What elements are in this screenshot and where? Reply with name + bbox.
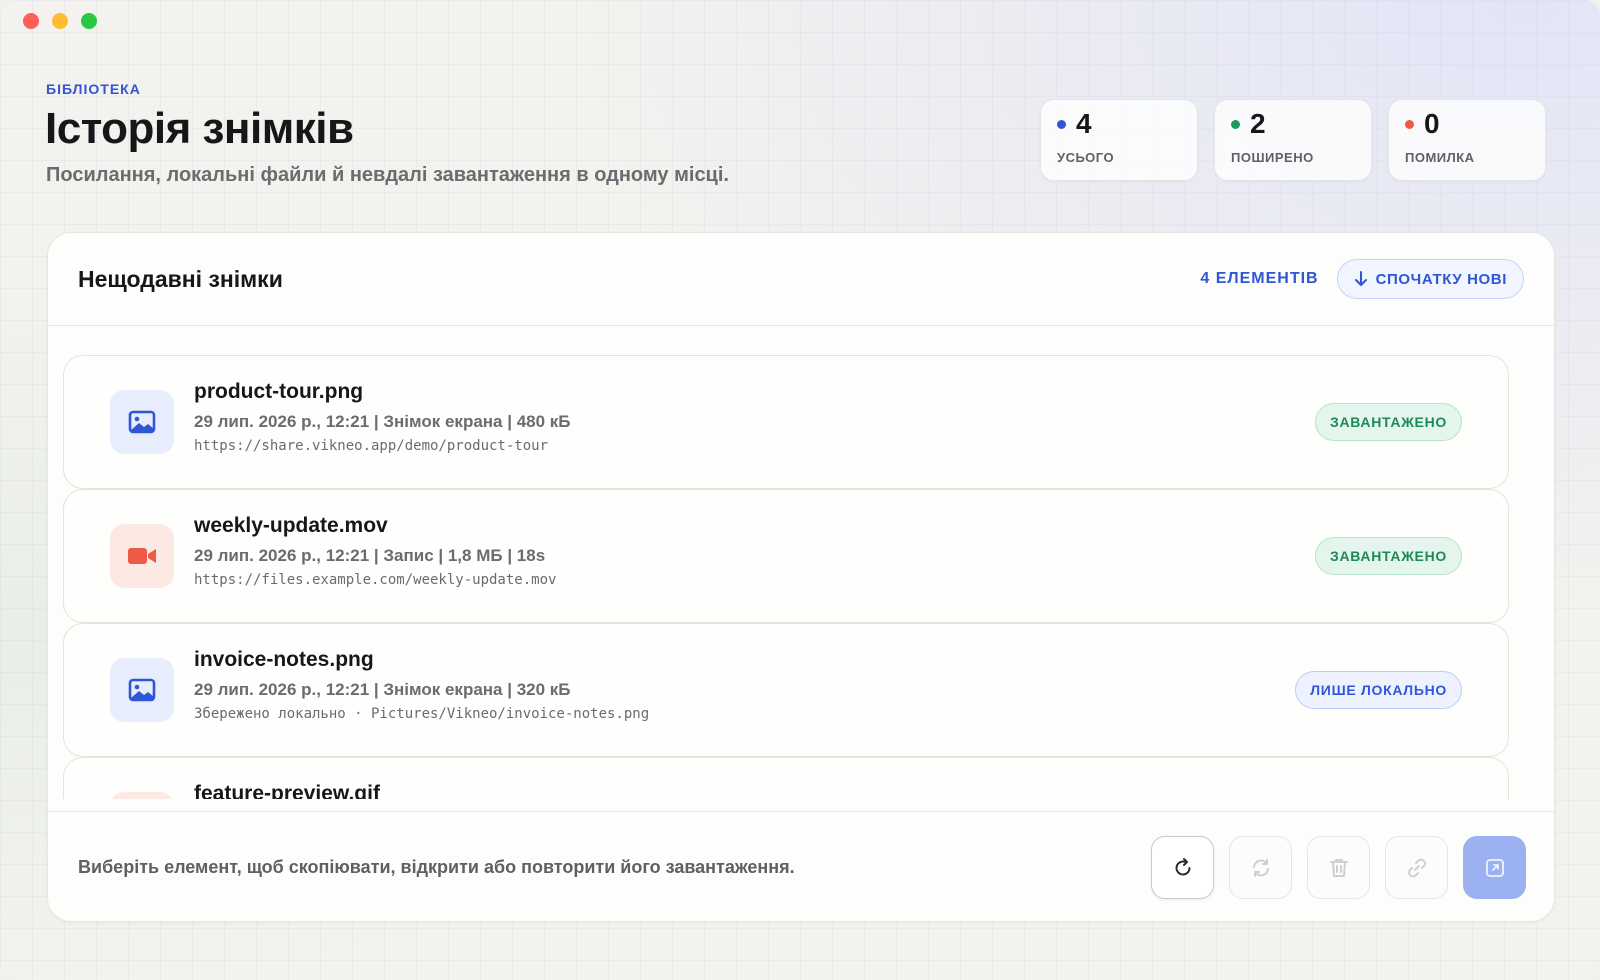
captures-list[interactable]: product-tour.png 29 лип. 2026 р., 12:21 … — [63, 355, 1509, 799]
list-item[interactable]: weekly-update.mov 29 лип. 2026 р., 12:21… — [63, 489, 1509, 623]
status-dot-icon — [1405, 119, 1414, 129]
item-meta: 29 лип. 2026 р., 12:21 | Запис | 1,8 МБ … — [194, 546, 546, 565]
sort-newest-button[interactable]: СПОЧАТКУ НОВІ — [1336, 259, 1524, 299]
video-camera-icon — [128, 548, 156, 564]
list-item[interactable]: invoice-notes.png 29 лип. 2026 р., 12:21… — [63, 623, 1509, 757]
delete-button[interactable] — [1307, 836, 1370, 899]
stat-value: 0 — [1424, 108, 1440, 139]
zoom-window-button[interactable] — [81, 13, 97, 29]
page-subtitle: Посилання, локальні файли й невдалі зава… — [46, 164, 729, 186]
status-dot-icon — [1231, 119, 1240, 129]
item-text: product-tour.png 29 лип. 2026 р., 12:21 … — [194, 380, 571, 454]
open-external-icon — [1485, 858, 1504, 877]
sort-label: СПОЧАТКУ НОВІ — [1375, 270, 1507, 288]
action-toolbar — [1151, 836, 1526, 899]
item-name: feature-preview.gif — [194, 782, 380, 799]
minimize-window-button[interactable] — [52, 13, 68, 29]
refresh-icon — [1175, 857, 1190, 875]
item-name: weekly-update.mov — [194, 514, 388, 537]
retry-upload-button[interactable] — [1229, 836, 1292, 899]
panel-tools: 4 ЕЛЕМЕНТІВ СПОЧАТКУ НОВІ — [1200, 259, 1524, 299]
app-window: БІБЛІОТЕКА Історія знімків Посилання, ло… — [0, 0, 1600, 980]
panel-footer: Виберіть елемент, щоб скопіювати, відкри… — [48, 811, 1554, 921]
item-name: invoice-notes.png — [194, 648, 374, 671]
thumbnail — [110, 524, 174, 588]
window-controls — [23, 13, 97, 29]
item-url: https://files.example.com/weekly-update.… — [194, 572, 557, 588]
status-badge: ЗАВАНТАЖЕНО — [1315, 403, 1462, 441]
list-item[interactable]: feature-preview.gif — [63, 757, 1509, 799]
thumbnail — [110, 792, 174, 799]
copy-link-button[interactable] — [1385, 836, 1448, 899]
open-external-button[interactable] — [1463, 836, 1526, 899]
stat-errors: 0 ПОМИЛКА — [1388, 99, 1546, 181]
item-name: product-tour.png — [194, 380, 364, 403]
stat-value: 2 — [1250, 108, 1266, 139]
thumbnail — [110, 658, 174, 722]
refresh-button[interactable] — [1151, 836, 1214, 899]
item-url: https://share.vikneo.app/demo/product-to… — [194, 438, 549, 454]
item-count: 4 ЕЛЕМЕНТІВ — [1200, 270, 1319, 287]
item-text: feature-preview.gif — [194, 782, 380, 799]
retry-upload-icon — [1252, 858, 1269, 877]
arrow-down-icon — [1354, 271, 1367, 286]
page-title: Історія знімків — [45, 104, 354, 153]
selection-hint: Виберіть елемент, щоб скопіювати, відкри… — [78, 857, 795, 877]
stat-label: ПОМИЛКА — [1405, 150, 1475, 165]
stat-value: 4 — [1076, 108, 1092, 139]
item-text: invoice-notes.png 29 лип. 2026 р., 12:21… — [194, 648, 649, 722]
status-dot-icon — [1057, 119, 1066, 129]
recent-captures-panel: Нещодавні знімки 4 ЕЛЕМЕНТІВ СПОЧАТКУ НО… — [47, 232, 1555, 922]
item-url: Збережено локально · Pictures/Vikneo/inv… — [194, 706, 650, 722]
thumbnail — [110, 390, 174, 454]
link-icon — [1407, 858, 1426, 877]
panel-header: Нещодавні знімки 4 ЕЛЕМЕНТІВ СПОЧАТКУ НО… — [48, 233, 1554, 326]
section-eyebrow: БІБЛІОТЕКА — [46, 81, 141, 97]
image-icon — [128, 678, 156, 702]
close-window-button[interactable] — [23, 13, 39, 29]
status-badge: ЗАВАНТАЖЕНО — [1315, 537, 1462, 575]
stat-total: 4 УСЬОГО — [1040, 99, 1198, 181]
list-item[interactable]: product-tour.png 29 лип. 2026 р., 12:21 … — [63, 355, 1509, 489]
stats-group: 4 УСЬОГО 2 ПОШИРЕНО 0 ПОМИЛКА — [1040, 99, 1546, 181]
stat-label: УСЬОГО — [1057, 150, 1115, 165]
trash-icon — [1329, 858, 1348, 877]
stat-shared: 2 ПОШИРЕНО — [1214, 99, 1372, 181]
item-meta: 29 лип. 2026 р., 12:21 | Знімок екрана |… — [194, 412, 571, 431]
image-icon — [128, 410, 156, 434]
item-text: weekly-update.mov 29 лип. 2026 р., 12:21… — [194, 514, 556, 588]
status-badge: ЛИШЕ ЛОКАЛЬНО — [1295, 671, 1462, 709]
item-meta: 29 лип. 2026 р., 12:21 | Знімок екрана |… — [194, 680, 571, 699]
panel-title: Нещодавні знімки — [78, 265, 283, 292]
stat-label: ПОШИРЕНО — [1231, 150, 1314, 165]
